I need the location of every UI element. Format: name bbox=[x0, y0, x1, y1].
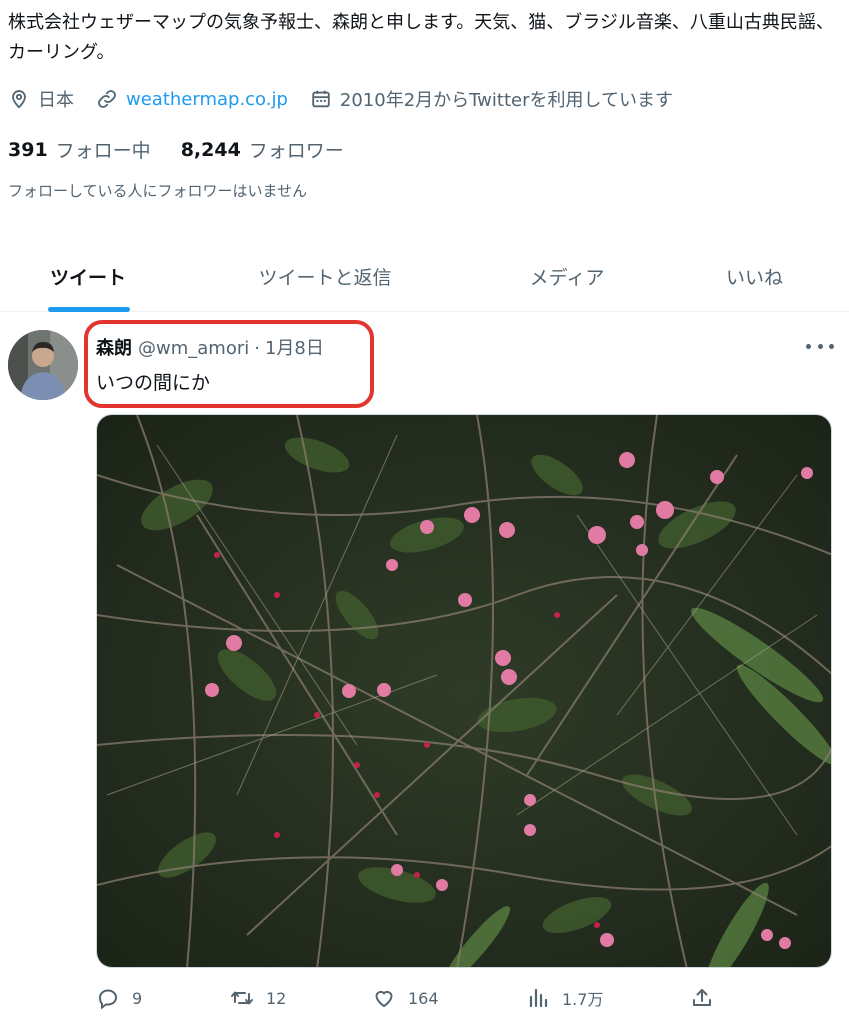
profile-location: 日本 bbox=[8, 86, 74, 112]
tweet-header: 森朗 @wm_amori · 1月8日 bbox=[96, 334, 324, 360]
share-button[interactable] bbox=[690, 986, 726, 1010]
followers-label: フォロワー bbox=[248, 140, 344, 162]
tweet-author-name[interactable]: 森朗 bbox=[96, 334, 132, 360]
location-pin-icon bbox=[12, 90, 26, 109]
heart-icon bbox=[375, 990, 393, 1008]
views-button[interactable]: 1.7万 bbox=[526, 986, 603, 1010]
following-count: 391 bbox=[8, 138, 48, 161]
retweet-icon bbox=[231, 991, 253, 1005]
website-link[interactable]: weathermap.co.jp bbox=[126, 89, 288, 110]
location-text: 日本 bbox=[38, 90, 74, 111]
share-icon bbox=[693, 989, 711, 1006]
reply-button[interactable]: 9 bbox=[96, 986, 142, 1010]
tweet[interactable]: 森朗 @wm_amori · 1月8日 いつの間にか 9 12 164 1.7万 bbox=[0, 312, 849, 1024]
link-icon bbox=[98, 90, 116, 108]
tab-label: ツイート bbox=[49, 266, 126, 289]
tab-tweets-and-replies[interactable]: ツイートと返信 bbox=[176, 240, 474, 312]
follow-counts: 391 フォロー中 8,244 フォロワー bbox=[8, 136, 374, 163]
plum-blossom-photo bbox=[97, 415, 831, 967]
tweet-author-handle[interactable]: @wm_amori bbox=[138, 338, 249, 359]
like-count: 164 bbox=[408, 988, 439, 1008]
tab-label: ツイートと返信 bbox=[258, 266, 392, 289]
view-count: 1.7万 bbox=[562, 990, 604, 1009]
no-known-followers: フォローしている人にフォロワーはいません bbox=[8, 182, 308, 200]
followers-link[interactable]: 8,244 フォロワー bbox=[181, 136, 344, 163]
followers-count: 8,244 bbox=[180, 138, 241, 161]
tab-likes[interactable]: いいね bbox=[660, 240, 849, 312]
tweet-text: いつの間にか bbox=[96, 372, 211, 394]
tab-tweets[interactable]: ツイート bbox=[0, 240, 176, 312]
joined-text: 2010年2月からTwitterを利用しています bbox=[339, 90, 673, 111]
profile-website[interactable]: weathermap.co.jp bbox=[96, 88, 288, 110]
analytics-icon bbox=[529, 988, 548, 1008]
following-label: フォロー中 bbox=[55, 140, 151, 162]
tab-media[interactable]: メディア bbox=[474, 240, 660, 312]
profile-joined: 2010年2月からTwitterを利用しています bbox=[310, 86, 673, 112]
calendar-icon bbox=[312, 90, 330, 108]
reply-count: 9 bbox=[132, 988, 143, 1008]
separator-dot: · bbox=[254, 338, 260, 359]
following-link[interactable]: 391 フォロー中 bbox=[8, 136, 151, 163]
reply-icon bbox=[98, 989, 118, 1010]
profile-bio: 株式会社ウェザーマップの気象予報士、森朗と申します。天気、猫、ブラジル音楽、八重… bbox=[8, 12, 834, 63]
more-dots-icon[interactable] bbox=[806, 336, 834, 356]
tab-label: いいね bbox=[725, 266, 783, 289]
like-button[interactable]: 164 bbox=[372, 986, 439, 1010]
retweet-button[interactable]: 12 bbox=[230, 986, 286, 1010]
retweet-count: 12 bbox=[266, 988, 287, 1008]
tweet-media-image[interactable] bbox=[96, 414, 832, 968]
avatar[interactable] bbox=[8, 330, 78, 400]
avatar-photo bbox=[8, 330, 78, 400]
tweet-actions: 9 12 164 1.7万 bbox=[96, 986, 736, 1016]
profile-tabs: ツイート ツイートと返信 メディア いいね bbox=[0, 240, 849, 312]
profile-meta: 日本 weathermap.co.jp 2010年2月からTwitterを利用し… bbox=[8, 84, 695, 114]
tweet-date[interactable]: 1月8日 bbox=[265, 334, 324, 360]
tab-label: メディア bbox=[529, 266, 605, 289]
